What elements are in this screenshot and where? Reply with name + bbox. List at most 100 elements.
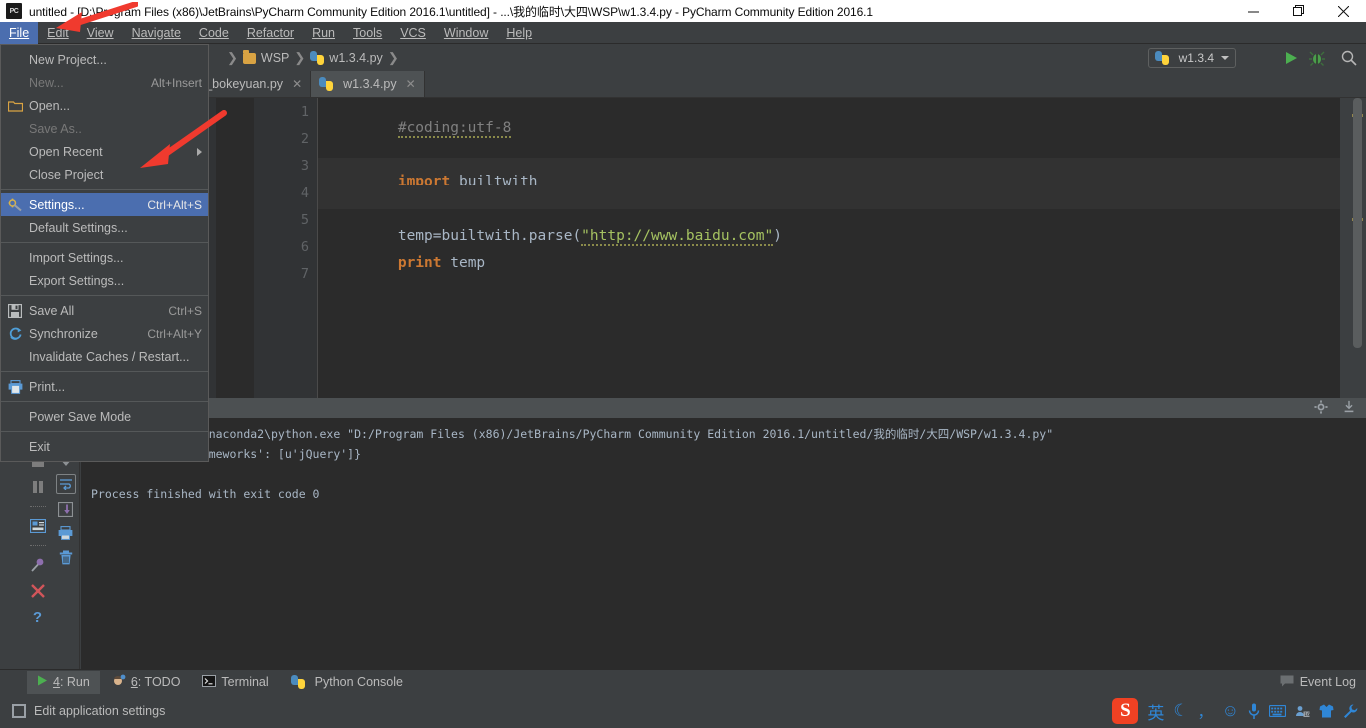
system-tray: S 英 ☾ ， ☺ 16: [1112, 694, 1366, 728]
menu-item-import-settings[interactable]: Import Settings...: [1, 246, 208, 269]
close-icon[interactable]: [1321, 0, 1366, 22]
bottom-tab-terminal[interactable]: Terminal: [192, 671, 278, 694]
menu-item-label: Print...: [29, 380, 202, 394]
menu-tools-label: Tools: [353, 26, 382, 40]
bottom-tab-todo[interactable]: 6: TODO: [102, 671, 191, 694]
pause-icon[interactable]: [29, 478, 47, 496]
soft-wrap-icon[interactable]: [56, 474, 76, 494]
python-file-icon: [310, 51, 324, 65]
menu-file-label: File: [9, 26, 29, 40]
trash-icon[interactable]: [57, 548, 75, 566]
hide-window-icon[interactable]: [1342, 400, 1356, 417]
tab-w134-py[interactable]: w1.3.4.py ✕: [311, 71, 425, 97]
print-icon[interactable]: [57, 524, 75, 542]
export-icon[interactable]: [57, 500, 75, 518]
menu-item-label: Default Settings...: [29, 221, 202, 235]
pin-icon[interactable]: [29, 556, 47, 574]
menu-item-exit[interactable]: Exit: [1, 435, 208, 458]
menu-item-label: Power Save Mode: [29, 410, 202, 424]
bottom-tab-python-console[interactable]: Python Console: [281, 671, 413, 694]
menu-item-save-as[interactable]: Save As..: [1, 117, 208, 140]
menu-tools[interactable]: Tools: [344, 22, 391, 44]
breadcrumb-sep: ❯: [294, 50, 305, 66]
code-token-keyword: print: [398, 255, 442, 271]
menu-item-invalidate-caches[interactable]: Invalidate Caches / Restart...: [1, 345, 208, 368]
help-icon[interactable]: ?: [29, 608, 47, 626]
menu-item-save-all[interactable]: Save All Ctrl+S: [1, 299, 208, 322]
settings-gear-icon[interactable]: [1314, 400, 1328, 417]
menu-separator: [1, 431, 208, 432]
menu-help[interactable]: Help: [497, 22, 541, 44]
menu-code[interactable]: Code: [190, 22, 238, 44]
menu-item-label: Open Recent: [29, 145, 197, 159]
wrench-icon[interactable]: [1343, 704, 1358, 719]
menu-edit[interactable]: Edit: [38, 22, 78, 44]
code-line-1: #coding:utf-8: [328, 104, 511, 152]
close-icon[interactable]: ✕: [406, 77, 416, 91]
comma-icon[interactable]: ，: [1198, 701, 1213, 722]
menu-item-print[interactable]: Print...: [1, 375, 208, 398]
run-configuration-selector[interactable]: w1.3.4: [1148, 48, 1236, 68]
editor-scroll-column[interactable]: [1340, 98, 1366, 398]
microphone-icon[interactable]: [1248, 703, 1260, 720]
close-icon[interactable]: [29, 582, 47, 600]
run-console-output[interactable]: D:\Users\lenovo\Anaconda2\python.exe "D:…: [81, 418, 1366, 683]
debug-button[interactable]: [1306, 48, 1328, 68]
menu-vcs[interactable]: VCS: [391, 22, 435, 44]
moon-icon[interactable]: ☾: [1173, 701, 1188, 721]
menu-item-label: Synchronize: [29, 327, 137, 341]
menu-refactor[interactable]: Refactor: [238, 22, 303, 44]
menu-view[interactable]: View: [78, 22, 123, 44]
event-log-button[interactable]: Event Log: [1280, 675, 1356, 690]
menu-item-open-recent[interactable]: Open Recent: [1, 140, 208, 163]
menu-item-synchronize[interactable]: Synchronize Ctrl+Alt+Y: [1, 322, 208, 345]
menu-item-power-save-mode[interactable]: Power Save Mode: [1, 405, 208, 428]
toolbar-separator: [30, 545, 46, 546]
submenu-arrow-icon: [197, 148, 202, 156]
smiley-icon[interactable]: ☺: [1222, 701, 1239, 721]
menu-item-close-project[interactable]: Close Project: [1, 163, 208, 186]
breadcrumb-file[interactable]: w1.3.4.py: [329, 51, 383, 65]
run-button[interactable]: [1280, 48, 1302, 68]
search-everywhere-button[interactable]: [1338, 48, 1360, 68]
console-line: Process finished with exit code 0: [91, 484, 1366, 504]
line-number: 4: [269, 185, 309, 201]
print-layout-icon[interactable]: [29, 517, 47, 535]
shirt-icon[interactable]: [1319, 704, 1334, 718]
maximize-icon[interactable]: [1276, 0, 1321, 22]
menu-item-new[interactable]: New... Alt+Insert: [1, 71, 208, 94]
menu-run-label: Run: [312, 26, 335, 40]
menu-file[interactable]: File: [0, 22, 38, 44]
chinese-input-icon[interactable]: 英: [1147, 699, 1164, 724]
menu-code-label: Code: [199, 26, 229, 40]
bottom-tab-todo-num: 6: [131, 675, 138, 689]
console-line: D:\Users\lenovo\Anaconda2\python.exe "D:…: [91, 424, 1366, 444]
bottom-tab-run[interactable]: 4: Run: [27, 671, 100, 694]
menu-item-export-settings[interactable]: Export Settings...: [1, 269, 208, 292]
menu-item-label: Settings...: [29, 198, 137, 212]
code-token-name: temp: [442, 255, 486, 271]
close-icon[interactable]: ✕: [292, 77, 302, 91]
menu-run[interactable]: Run: [303, 22, 344, 44]
breadcrumb-wsp[interactable]: WSP: [261, 51, 289, 65]
run-icon: [1286, 52, 1297, 64]
code-editor[interactable]: #coding:utf-8 import builtwith temp=buil…: [318, 98, 1340, 398]
toolbox-icon[interactable]: 16: [1295, 705, 1310, 718]
tool-window-bar: 4: Run 6: TODO Terminal: [0, 669, 1366, 694]
menu-item-new-project[interactable]: New Project...: [1, 48, 208, 71]
menu-item-label: Exit: [29, 440, 202, 454]
breadcrumb: ❯ WSP ❯ w1.3.4.py ❯: [222, 50, 404, 66]
menu-navigate[interactable]: Navigate: [123, 22, 190, 44]
bottom-tab-run-label: Run: [67, 675, 90, 689]
menu-window[interactable]: Window: [435, 22, 497, 44]
keyboard-icon[interactable]: [1269, 705, 1286, 717]
menu-item-open[interactable]: Open...: [1, 94, 208, 117]
menu-item-settings[interactable]: Settings... Ctrl+Alt+S: [1, 193, 208, 216]
breadcrumb-sep: ❯: [388, 50, 399, 66]
editor-scrollbar-thumb[interactable]: [1353, 98, 1362, 348]
status-bar: Edit application settings S 英 ☾ ， ☺ 16: [0, 694, 1366, 728]
minimize-icon[interactable]: [1231, 0, 1276, 22]
menu-item-default-settings[interactable]: Default Settings...: [1, 216, 208, 239]
code-token-comment: #coding:utf-8: [398, 120, 512, 138]
sogou-logo-icon[interactable]: S: [1112, 698, 1138, 724]
